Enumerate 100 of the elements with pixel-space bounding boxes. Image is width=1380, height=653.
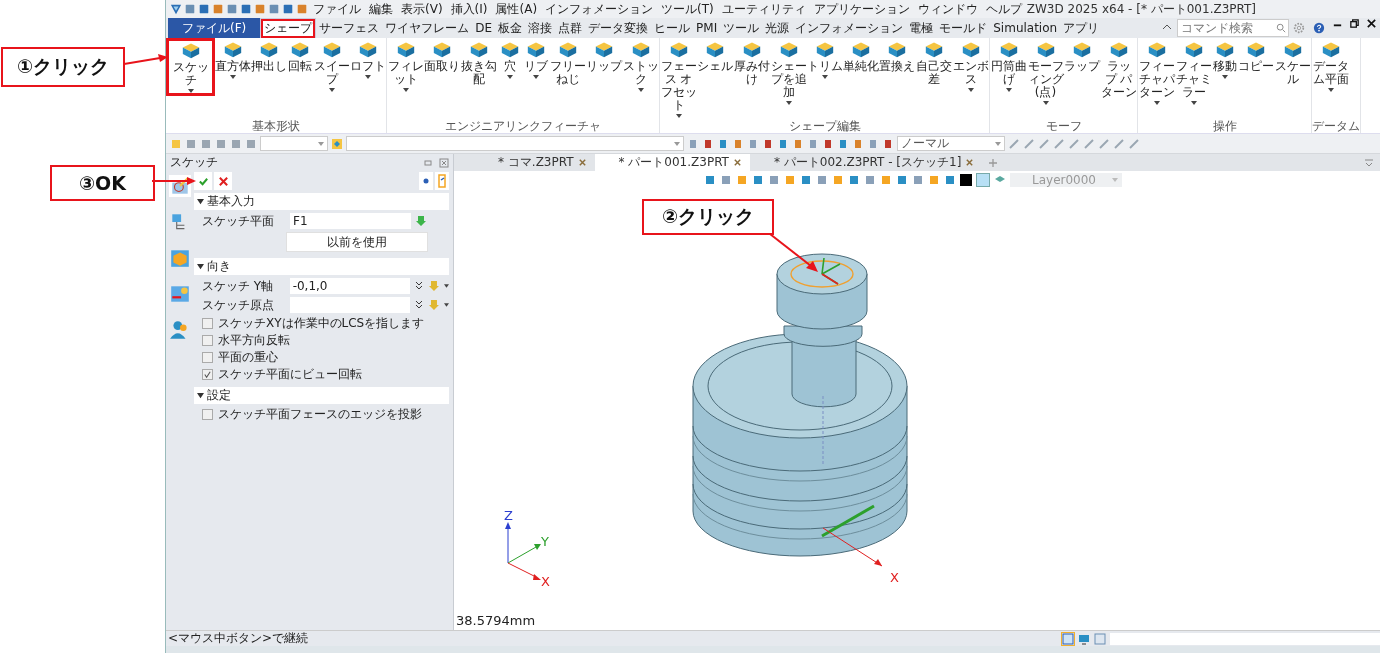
ribbon-tab[interactable]: Simulation <box>990 18 1061 38</box>
ribbon-tab[interactable]: 光源 <box>762 18 793 38</box>
toolbar-icon[interactable] <box>732 137 744 150</box>
caret-icon[interactable] <box>444 303 449 307</box>
caret-icon[interactable] <box>1153 101 1160 105</box>
monitor-icon[interactable] <box>1078 632 1090 645</box>
ribbon-button[interactable]: 厚み付け <box>733 38 770 87</box>
menu-item[interactable]: 属性(A) <box>492 0 541 18</box>
toolbar-icon[interactable] <box>268 3 280 15</box>
status-field[interactable] <box>1110 632 1380 645</box>
caret-icon[interactable] <box>822 75 828 79</box>
section-header[interactable]: 基本入力 <box>194 193 449 210</box>
toolbar-icon[interactable] <box>822 137 834 150</box>
picture-icon[interactable] <box>169 283 191 305</box>
view-mode-dropdown[interactable]: ノーマル <box>897 136 1005 151</box>
toolbar-icon[interactable] <box>800 174 812 186</box>
toolbar-icon[interactable] <box>704 174 716 186</box>
toolbar-icon[interactable] <box>896 174 908 186</box>
filter-dropdown[interactable] <box>260 136 328 151</box>
ribbon-button[interactable]: 置換え <box>879 38 915 74</box>
toolbar-icon[interactable] <box>867 137 879 150</box>
toolbar-icon[interactable] <box>944 174 956 186</box>
ribbon-button[interactable]: スケッチ <box>166 38 215 96</box>
checkbox[interactable] <box>202 368 213 380</box>
caret-icon[interactable] <box>507 75 513 79</box>
toolbar-icon[interactable] <box>331 137 343 150</box>
toolbar-icon[interactable] <box>1008 137 1020 150</box>
ribbon-tab[interactable]: 点群 <box>555 18 586 38</box>
ribbon-button[interactable]: フィーチャパターン <box>1138 38 1175 106</box>
menu-item[interactable]: ファイル <box>310 0 364 18</box>
cube-icon[interactable] <box>169 247 191 269</box>
ribbon-button[interactable]: データム平面 <box>1312 38 1349 93</box>
checkbox[interactable] <box>202 408 213 420</box>
toolbar-icon[interactable] <box>768 174 780 186</box>
ribbon-tab[interactable]: ファイル(F) <box>168 18 261 38</box>
ribbon-button[interactable]: 押出し <box>251 38 287 74</box>
toolbar-icon[interactable] <box>687 137 699 150</box>
add-tab-icon[interactable] <box>988 157 999 168</box>
ribbon-button[interactable]: リップ <box>586 38 622 74</box>
caret-icon[interactable] <box>675 114 682 118</box>
input-field[interactable] <box>289 297 411 313</box>
ribbon-button[interactable]: フィレット <box>387 38 424 93</box>
toolbar-icon[interactable] <box>1128 137 1140 150</box>
menu-item[interactable]: インフォメーション <box>542 0 657 18</box>
toolbar-icon[interactable] <box>816 174 828 186</box>
double-chevron-icon[interactable] <box>414 281 425 291</box>
toolbar-icon[interactable] <box>702 137 714 150</box>
toolbar-icon[interactable] <box>882 137 894 150</box>
toolbar-icon[interactable] <box>807 137 819 150</box>
ribbon-tab[interactable]: アプリ <box>1060 18 1103 38</box>
ribbon-tab[interactable]: ヒール <box>651 18 694 38</box>
ribbon-button[interactable]: 円筒曲げ <box>990 38 1027 93</box>
ribbon-tab[interactable]: 板金 <box>495 18 526 38</box>
toolbar-icon[interactable] <box>1068 137 1080 150</box>
ribbon-button[interactable]: フィーチャミラー <box>1175 38 1212 106</box>
ribbon-tab[interactable]: PMI <box>693 18 721 38</box>
caret-icon[interactable] <box>1042 101 1049 105</box>
ribbon-button[interactable]: 単純化 <box>843 38 879 74</box>
overflow-icon[interactable] <box>1364 157 1374 168</box>
checkbox[interactable] <box>202 317 213 329</box>
use-previous-button[interactable]: 以前を使用 <box>286 232 428 252</box>
ribbon-tab[interactable]: モールド <box>936 18 991 38</box>
caret-icon[interactable] <box>402 88 409 92</box>
toolbar-icon[interactable] <box>198 3 210 15</box>
caret-icon[interactable] <box>1222 75 1228 79</box>
toolbar-icon[interactable] <box>1053 137 1065 150</box>
document-tab[interactable]: * コマ.Z3PRT <box>474 154 595 171</box>
command-search-field[interactable]: コマンド検索 <box>1177 19 1289 37</box>
ribbon-button[interactable]: リブ <box>523 38 549 80</box>
close-icon[interactable] <box>1366 18 1377 29</box>
toolbar-icon[interactable] <box>852 137 864 150</box>
caret-icon[interactable] <box>1327 88 1334 92</box>
ribbon-button[interactable]: 移動 <box>1212 38 1238 80</box>
toolbar-icon[interactable] <box>1038 137 1050 150</box>
ribbon-tab[interactable]: 溶接 <box>525 18 556 38</box>
toolbar-icon[interactable] <box>736 174 748 186</box>
menu-item[interactable]: ユーティリティ <box>718 0 809 18</box>
toolbar-icon[interactable] <box>230 137 242 150</box>
section-header[interactable]: 設定 <box>194 387 449 404</box>
toolbar-icon[interactable] <box>240 3 252 15</box>
ribbon-button[interactable]: ラップ <box>1064 38 1100 74</box>
ribbon-tab[interactable]: DE <box>472 18 496 38</box>
toolbar-icon[interactable] <box>864 174 876 186</box>
cancel-button[interactable] <box>214 172 232 190</box>
ribbon-tab[interactable]: シェープ <box>260 18 317 38</box>
caret-icon[interactable] <box>1005 88 1012 92</box>
ribbon-button[interactable]: 穴 <box>497 38 523 80</box>
ribbon-tab[interactable]: 電極 <box>906 18 937 38</box>
color-swatch[interactable] <box>976 173 990 187</box>
ribbon-tab[interactable]: サーフェス <box>316 18 383 38</box>
ribbon-button[interactable]: 抜き勾配 <box>460 38 497 87</box>
help-icon[interactable] <box>1313 22 1325 34</box>
ribbon-button[interactable]: シェル <box>697 38 733 74</box>
ribbon-button[interactable]: 自己交差 <box>915 38 952 87</box>
ribbon-button[interactable]: シェープを追加 <box>770 38 807 106</box>
menu-item[interactable]: アプリケーション <box>810 0 913 18</box>
toolbar-icon[interactable] <box>792 137 804 150</box>
section-header[interactable]: 向き <box>194 258 449 275</box>
ribbon-button[interactable]: 面取り <box>424 38 460 74</box>
menu-item[interactable]: ヘルプ <box>982 0 1025 18</box>
